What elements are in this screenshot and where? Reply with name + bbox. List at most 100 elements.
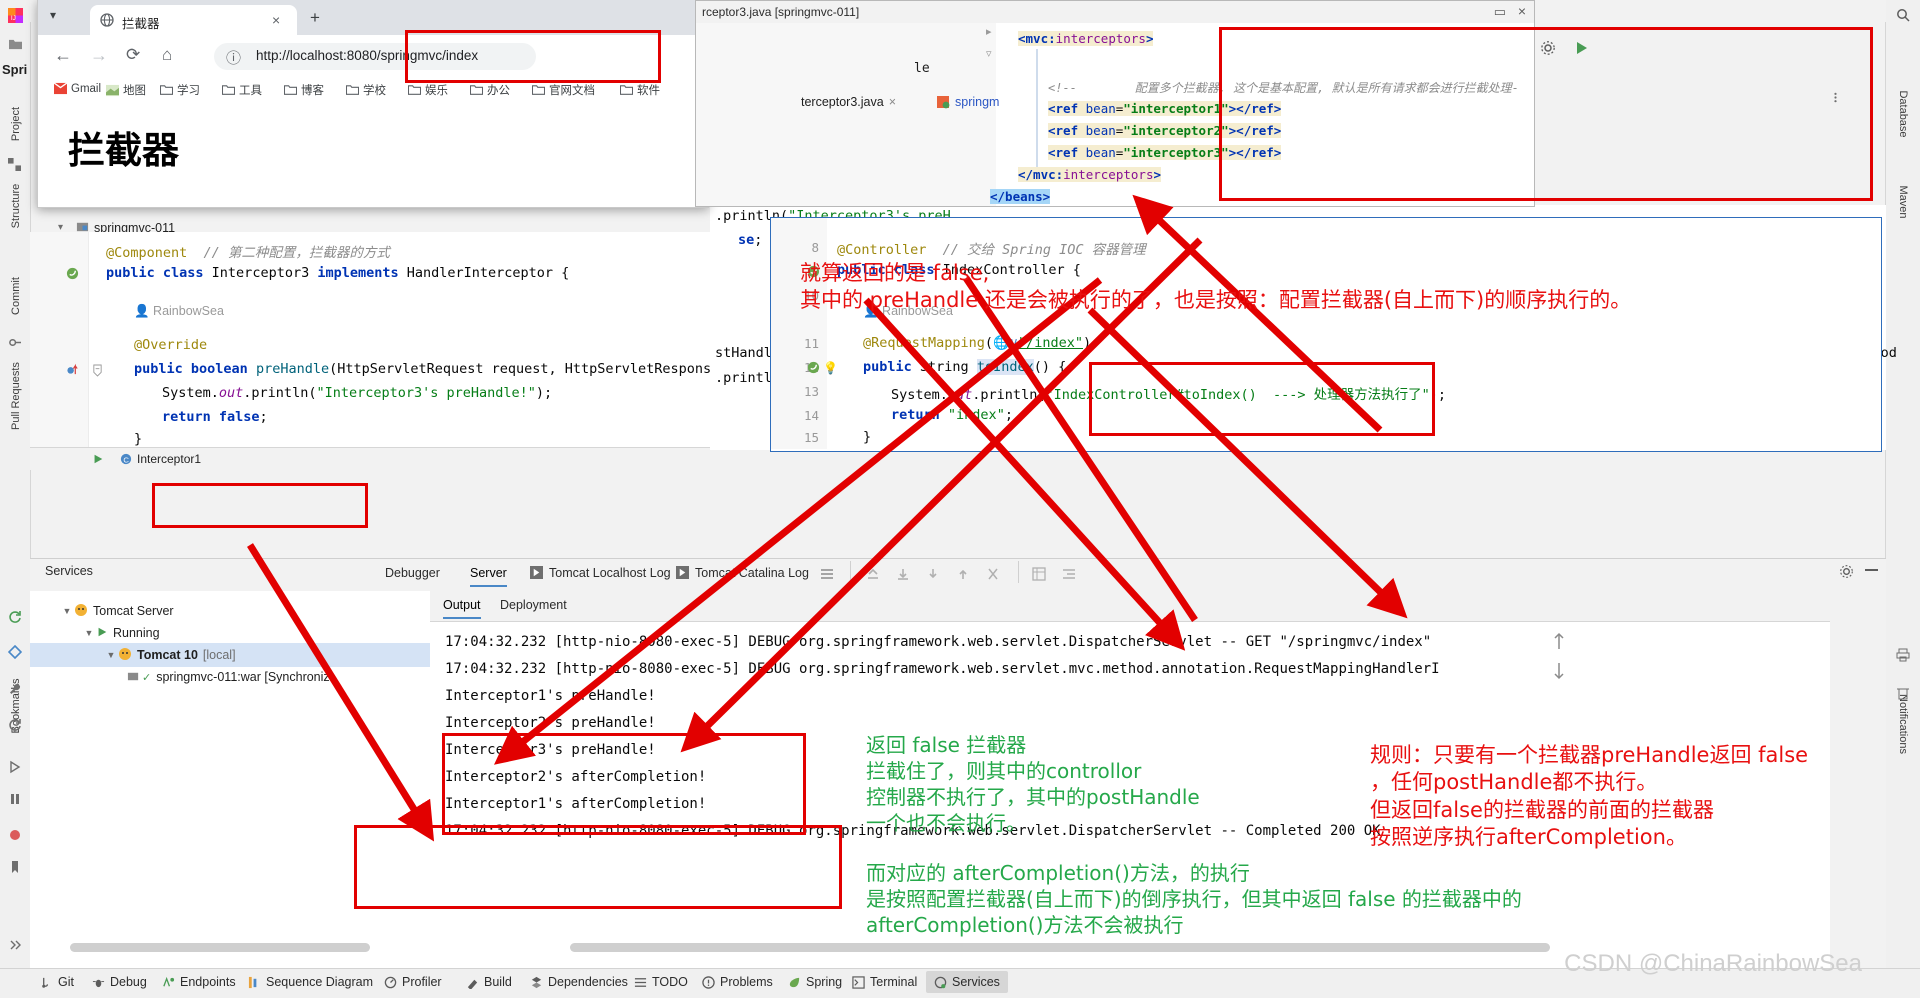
gear-icon[interactable] [1839, 564, 1854, 584]
back-icon[interactable]: ← [54, 45, 72, 66]
scroll-up-arrow-icon[interactable] [1552, 631, 1566, 656]
chevron-down-icon[interactable]: ▼ [60, 606, 74, 616]
scroll-up-icon[interactable] [956, 567, 970, 586]
refresh-service-icon[interactable] [8, 610, 23, 625]
xml-tab-springmvc[interactable]: springm [936, 95, 999, 109]
reload-icon[interactable]: ⟳ [126, 45, 140, 65]
chevron-down-icon[interactable]: ▼ [104, 650, 118, 660]
printer-icon[interactable] [1896, 648, 1911, 663]
sidebar-item-commit[interactable]: Commit [10, 261, 22, 331]
tab-search-chevron-icon[interactable]: ▾ [50, 8, 56, 22]
scroll-to-top-icon[interactable] [866, 567, 880, 586]
tree-item-tomcat-server[interactable]: ▼ Tomcat Server [30, 599, 460, 623]
tab-close-icon[interactable]: × [272, 12, 280, 28]
scroll-down-arrow-icon[interactable] [1552, 661, 1566, 686]
commit-dot-icon [8, 336, 23, 351]
override-gutter-icon[interactable] [66, 363, 79, 381]
maximize-icon[interactable]: ▭ [1494, 4, 1506, 20]
statusbar-item-spring[interactable]: Spring [788, 975, 842, 989]
bookmark-software[interactable]: 软件 [620, 82, 660, 98]
statusbar-item-todo[interactable]: TODO [634, 975, 688, 989]
statusbar-item-debug[interactable]: Debug [92, 975, 147, 989]
minimize-icon[interactable] [1865, 569, 1878, 571]
expand-chevrons-icon[interactable] [8, 938, 23, 953]
profiler-icon [384, 976, 397, 988]
sidebar-item-structure[interactable]: Structure [10, 171, 22, 241]
bookmark-office[interactable]: 办公 [470, 82, 510, 98]
statusbar-item-problems[interactable]: Problems [702, 975, 773, 989]
play-icon[interactable] [8, 760, 23, 775]
forward-icon[interactable]: → [90, 45, 108, 66]
spring-bean-gutter-icon[interactable] [66, 267, 79, 285]
statusbar-item-build[interactable]: Build [466, 975, 512, 989]
scroll-right-icon[interactable]: ▸ [986, 25, 992, 38]
tree-item-tomcat10[interactable]: ▼ Tomcat 10 [local] [30, 643, 434, 667]
tab-tomcat-catalina-log[interactable]: Tomcat Catalina Log [695, 566, 809, 580]
statusbar-item-terminal[interactable]: Terminal [852, 975, 917, 989]
bookmark-entertainment[interactable]: 娱乐 [408, 82, 448, 98]
xml-tab-interceptor3[interactable]: terceptor3.java × [801, 95, 896, 109]
tree-item-running[interactable]: ▼ Running [30, 621, 482, 645]
home-icon[interactable]: ⌂ [162, 45, 172, 65]
bookmark-study[interactable]: 学习 [160, 82, 200, 98]
bookmark-tools[interactable]: 工具 [222, 82, 262, 98]
console-horizontal-scrollbar[interactable] [570, 943, 1550, 952]
new-tab-button[interactable]: + [310, 8, 320, 28]
statusbar-item-services[interactable]: Services [926, 971, 1008, 993]
site-info-icon[interactable]: ⓘ [226, 47, 241, 68]
tab-server[interactable]: Server [470, 566, 507, 587]
scroll-down-icon[interactable] [896, 567, 910, 586]
log-run-icon[interactable] [676, 566, 689, 584]
debug-icon [92, 979, 105, 987]
table-view-icon[interactable] [1032, 567, 1046, 586]
tab-deployment[interactable]: Deployment [500, 598, 567, 612]
project-tab-label[interactable]: Spri [2, 62, 27, 77]
bookmark-school[interactable]: 学校 [346, 82, 386, 98]
bookmark-label: 工具 [239, 85, 262, 97]
project-folder-icon[interactable] [8, 38, 23, 53]
bookmark-map[interactable]: 地图 [106, 82, 146, 98]
trash-icon[interactable] [1896, 686, 1911, 701]
search-everywhere-icon[interactable] [1896, 8, 1911, 23]
services-tree[interactable]: ▼ Tomcat Server ▼ Running ▼ Tomcat 10 [l… [30, 591, 434, 969]
bookmark-blog[interactable]: 博客 [284, 82, 324, 98]
log-run-icon[interactable] [530, 566, 543, 584]
statusbar-item-sequence-diagram[interactable]: Sequence Diagram [248, 975, 373, 989]
editor-interceptor3[interactable]: 10 11 12 13 14 15 16 17 @Component // 第二… [30, 232, 760, 447]
code-fold-icon[interactable] [92, 364, 103, 382]
sidebar-item-maven[interactable]: Maven [1897, 159, 1909, 245]
editor-tab-interceptor1[interactable]: C Interceptor1 [120, 452, 201, 466]
wrench-icon[interactable] [8, 682, 23, 697]
sidebar-item-project[interactable]: Project [10, 89, 22, 159]
bookmark-official-docs[interactable]: 官网文档 [532, 82, 595, 98]
browser-tab[interactable]: 拦截器 × [90, 5, 297, 35]
bookmark-gmail[interactable]: Gmail [54, 82, 101, 95]
run-green-icon[interactable] [92, 452, 104, 470]
statusbar-item-profiler[interactable]: Profiler [384, 975, 442, 989]
tab-tomcat-localhost-log[interactable]: Tomcat Localhost Log [549, 566, 671, 580]
rerun-icon[interactable] [8, 718, 23, 733]
statusbar-item-git[interactable]: Git [40, 975, 74, 989]
indent-icon[interactable] [1062, 567, 1076, 586]
tab-debugger[interactable]: Debugger [385, 566, 440, 580]
intention-bulb-icon[interactable]: 💡 [823, 361, 838, 375]
chevron-down-icon[interactable]: ▼ [82, 628, 96, 638]
close-icon[interactable]: × [1518, 3, 1526, 19]
soft-wrap-icon[interactable] [820, 567, 834, 586]
pause-icon[interactable] [8, 792, 23, 807]
bookmark-flag-icon[interactable] [8, 860, 23, 875]
stop-record-icon[interactable] [8, 828, 23, 843]
mapping-gutter-icon[interactable] [807, 361, 820, 379]
sidebar-item-pull-requests[interactable]: Pull Requests [10, 361, 22, 431]
cut-icon[interactable] [986, 567, 1000, 586]
highlight-box-xml-interceptors [1219, 27, 1873, 201]
collapse-icon[interactable]: ▿ [986, 47, 992, 60]
statusbar-label: TODO [652, 975, 688, 989]
tree-horizontal-scrollbar[interactable] [70, 943, 370, 952]
tab-output[interactable]: Output [443, 598, 481, 619]
statusbar-item-endpoints[interactable]: Endpoints [162, 975, 236, 989]
sidebar-item-database[interactable]: Database [1897, 71, 1909, 157]
settings-diamond-icon[interactable] [7, 644, 23, 660]
statusbar-item-dependencies[interactable]: Dependencies [530, 975, 628, 989]
scroll-to-end-icon[interactable] [926, 567, 940, 586]
